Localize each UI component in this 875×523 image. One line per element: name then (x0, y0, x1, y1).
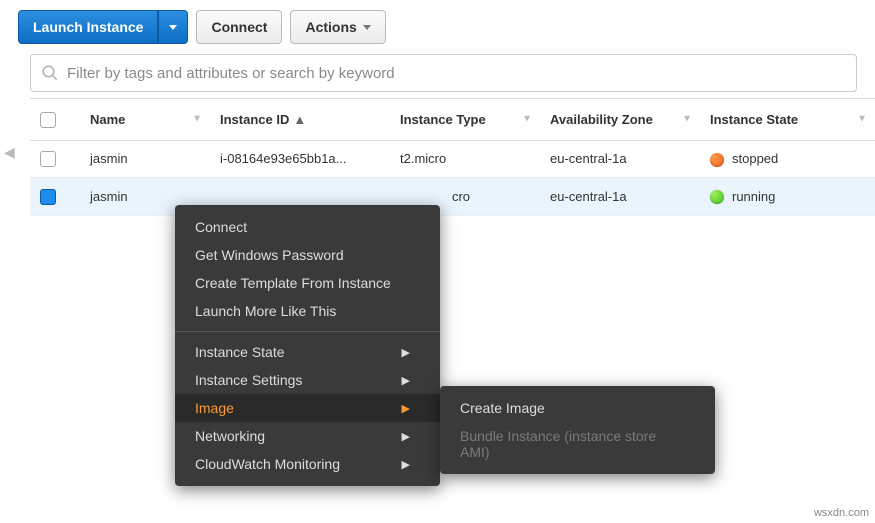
context-item-create-template[interactable]: Create Template From Instance (175, 269, 440, 297)
context-item-launch-more[interactable]: Launch More Like This (175, 297, 440, 325)
cell-instance-id: i-08164e93e65bb1a... (210, 140, 390, 178)
row-checkbox[interactable] (40, 189, 56, 205)
collapse-handle-icon[interactable]: ◀ (4, 144, 15, 161)
table-row[interactable]: jasmin i-08164e93e65bb1a... t2.micro eu-… (30, 140, 875, 178)
search-input[interactable] (67, 65, 846, 82)
cell-instance-type: t2.micro (390, 140, 540, 178)
context-submenu-image: Create Image Bundle Instance (instance s… (440, 386, 715, 474)
cell-availability-zone: eu-central-1a (540, 140, 700, 178)
connect-button[interactable]: Connect (196, 10, 282, 44)
context-item-networking[interactable]: Networking▶ (175, 422, 440, 450)
caret-down-icon: ▼ (857, 114, 867, 125)
row-checkbox[interactable] (40, 151, 56, 167)
table-row[interactable]: jasmin cro eu-central-1a running (30, 178, 875, 216)
chevron-right-icon: ▶ (402, 430, 410, 443)
sort-asc-icon: ▲ (293, 112, 306, 127)
caret-down-icon (169, 25, 177, 30)
search-icon (41, 64, 59, 82)
actions-label: Actions (305, 19, 356, 35)
column-header-name[interactable]: Name▼ (80, 99, 210, 140)
chevron-right-icon: ▶ (402, 346, 410, 359)
search-bar-container (30, 54, 857, 92)
context-item-instance-state[interactable]: Instance State▶ (175, 338, 440, 366)
actions-button[interactable]: Actions (290, 10, 385, 44)
launch-instance-button[interactable]: Launch Instance (18, 10, 158, 44)
cell-instance-state: stopped (700, 140, 875, 178)
context-item-image[interactable]: Image▶ Create Image Bundle Instance (ins… (175, 394, 440, 422)
column-header-checkbox[interactable] (30, 99, 80, 140)
caret-down-icon (363, 25, 371, 30)
chevron-right-icon: ▶ (402, 374, 410, 387)
column-header-instance-type[interactable]: Instance Type▼ (390, 99, 540, 140)
top-toolbar: Launch Instance Connect Actions (0, 0, 875, 54)
cell-instance-state: running (700, 178, 875, 216)
context-item-get-windows-password[interactable]: Get Windows Password (175, 241, 440, 269)
caret-down-icon: ▼ (192, 114, 202, 125)
context-item-bundle-instance: Bundle Instance (instance store AMI) (440, 422, 715, 466)
context-menu: Connect Get Windows Password Create Temp… (175, 205, 440, 486)
chevron-right-icon: ▶ (402, 458, 410, 471)
context-item-instance-settings[interactable]: Instance Settings▶ (175, 366, 440, 394)
table-header-row: Name▼ Instance ID▲ Instance Type▼ Availa… (30, 99, 875, 140)
column-header-instance-id[interactable]: Instance ID▲ (210, 99, 390, 140)
context-item-cloudwatch[interactable]: CloudWatch Monitoring▶ (175, 450, 440, 478)
status-dot-icon (710, 190, 724, 204)
column-header-instance-state[interactable]: Instance State▼ (700, 99, 875, 140)
search-bar[interactable] (30, 54, 857, 92)
instances-table: Name▼ Instance ID▲ Instance Type▼ Availa… (30, 99, 875, 216)
context-item-create-image[interactable]: Create Image (440, 394, 715, 422)
launch-instance-dropdown-button[interactable] (158, 10, 188, 44)
cell-name: jasmin (80, 140, 210, 178)
caret-down-icon: ▼ (522, 114, 532, 125)
cell-availability-zone: eu-central-1a (540, 178, 700, 216)
status-dot-icon (710, 153, 724, 167)
instances-table-container: Name▼ Instance ID▲ Instance Type▼ Availa… (30, 98, 875, 216)
chevron-right-icon: ▶ (402, 402, 410, 415)
column-header-availability-zone[interactable]: Availability Zone▼ (540, 99, 700, 140)
caret-down-icon: ▼ (682, 114, 692, 125)
context-item-connect[interactable]: Connect (175, 213, 440, 241)
checkbox-all[interactable] (40, 112, 56, 128)
watermark-text: wsxdn.com (814, 507, 869, 519)
context-separator (175, 331, 440, 332)
